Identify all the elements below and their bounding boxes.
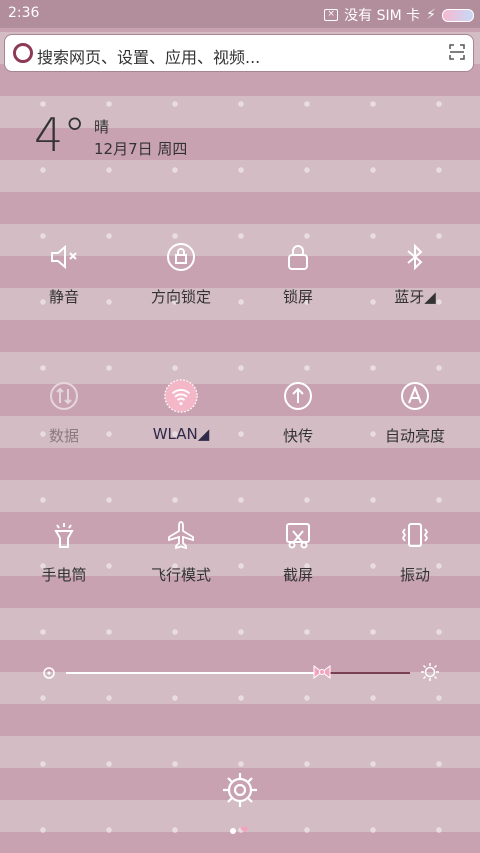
heart-page-icon: ❤ <box>240 825 249 836</box>
tile-label: WLAN◢ <box>152 425 210 443</box>
tile-screenshot[interactable]: 截屏 <box>238 518 358 585</box>
tile-lock-screen[interactable]: 锁屏 <box>238 240 358 307</box>
tile-airplane-mode[interactable]: 飞行模式 <box>121 518 241 585</box>
tile-mute[interactable]: 静音 <box>4 240 124 307</box>
tile-label: 锁屏 <box>282 288 313 306</box>
page-indicator: ❤ <box>230 826 248 836</box>
tile-label: 截屏 <box>282 566 313 584</box>
status-sim-text: 没有 SIM 卡 <box>344 8 421 24</box>
tile-label: 快传 <box>282 427 313 445</box>
brightness-slider[interactable] <box>40 660 440 684</box>
flashlight-icon <box>47 518 81 552</box>
tile-vibrate[interactable]: 振动 <box>355 518 475 585</box>
airplane-icon <box>164 518 198 552</box>
settings-gear-icon[interactable] <box>221 771 259 809</box>
charging-icon: ⚡ <box>426 7 436 23</box>
brightness-low-icon <box>43 667 55 679</box>
battery-icon <box>442 8 474 22</box>
tile-label: 方向锁定 <box>150 288 211 306</box>
weather-date: 12月7日 周四 <box>94 140 188 158</box>
auto-brightness-icon <box>398 379 432 413</box>
slider-thumb-bow-icon[interactable] <box>311 662 333 682</box>
tile-label: 手电筒 <box>41 566 87 584</box>
tile-rotation-lock[interactable]: 方向锁定 <box>121 240 241 307</box>
mobile-data-icon <box>47 379 81 413</box>
status-bar: 2:36 × 没有 SIM 卡 ⚡ <box>0 0 480 28</box>
scan-icon[interactable] <box>449 44 465 60</box>
tile-auto-brightness[interactable]: 自动亮度 <box>355 379 475 446</box>
vibrate-icon <box>398 518 432 552</box>
tile-mobile-data[interactable]: 数据 <box>4 379 124 446</box>
lock-icon <box>281 240 315 274</box>
quick-transfer-icon <box>281 379 315 413</box>
temperature: 4° <box>34 108 87 162</box>
tile-flashlight[interactable]: 手电筒 <box>4 518 124 585</box>
page-dot <box>230 828 236 834</box>
search-bar[interactable]: 搜索网页、设置、应用、视频... <box>4 34 474 72</box>
tile-label: 蓝牙◢ <box>394 288 436 306</box>
no-sim-icon: × <box>324 9 339 21</box>
tile-wlan[interactable]: WLAN◢ <box>121 379 241 443</box>
mute-icon <box>47 240 81 274</box>
tile-label: 数据 <box>48 427 79 445</box>
tile-bluetooth[interactable]: 蓝牙◢ <box>355 240 475 307</box>
status-time: 2:36 <box>8 5 40 21</box>
screenshot-icon <box>281 518 315 552</box>
brightness-high-icon <box>421 663 439 681</box>
bluetooth-icon <box>398 240 432 274</box>
wifi-icon <box>164 379 198 413</box>
rotation-lock-icon <box>164 240 198 274</box>
tile-label: 静音 <box>48 288 79 306</box>
search-input[interactable]: 搜索网页、设置、应用、视频... <box>37 44 260 68</box>
slider-track-empty <box>330 672 410 674</box>
tile-label: 振动 <box>399 566 430 584</box>
tile-label: 飞行模式 <box>150 566 211 584</box>
weather-condition: 晴 <box>94 118 110 136</box>
slider-track-filled <box>66 672 324 674</box>
search-icon <box>13 43 33 63</box>
tile-label: 自动亮度 <box>384 427 445 445</box>
tile-quick-transfer[interactable]: 快传 <box>238 379 358 446</box>
